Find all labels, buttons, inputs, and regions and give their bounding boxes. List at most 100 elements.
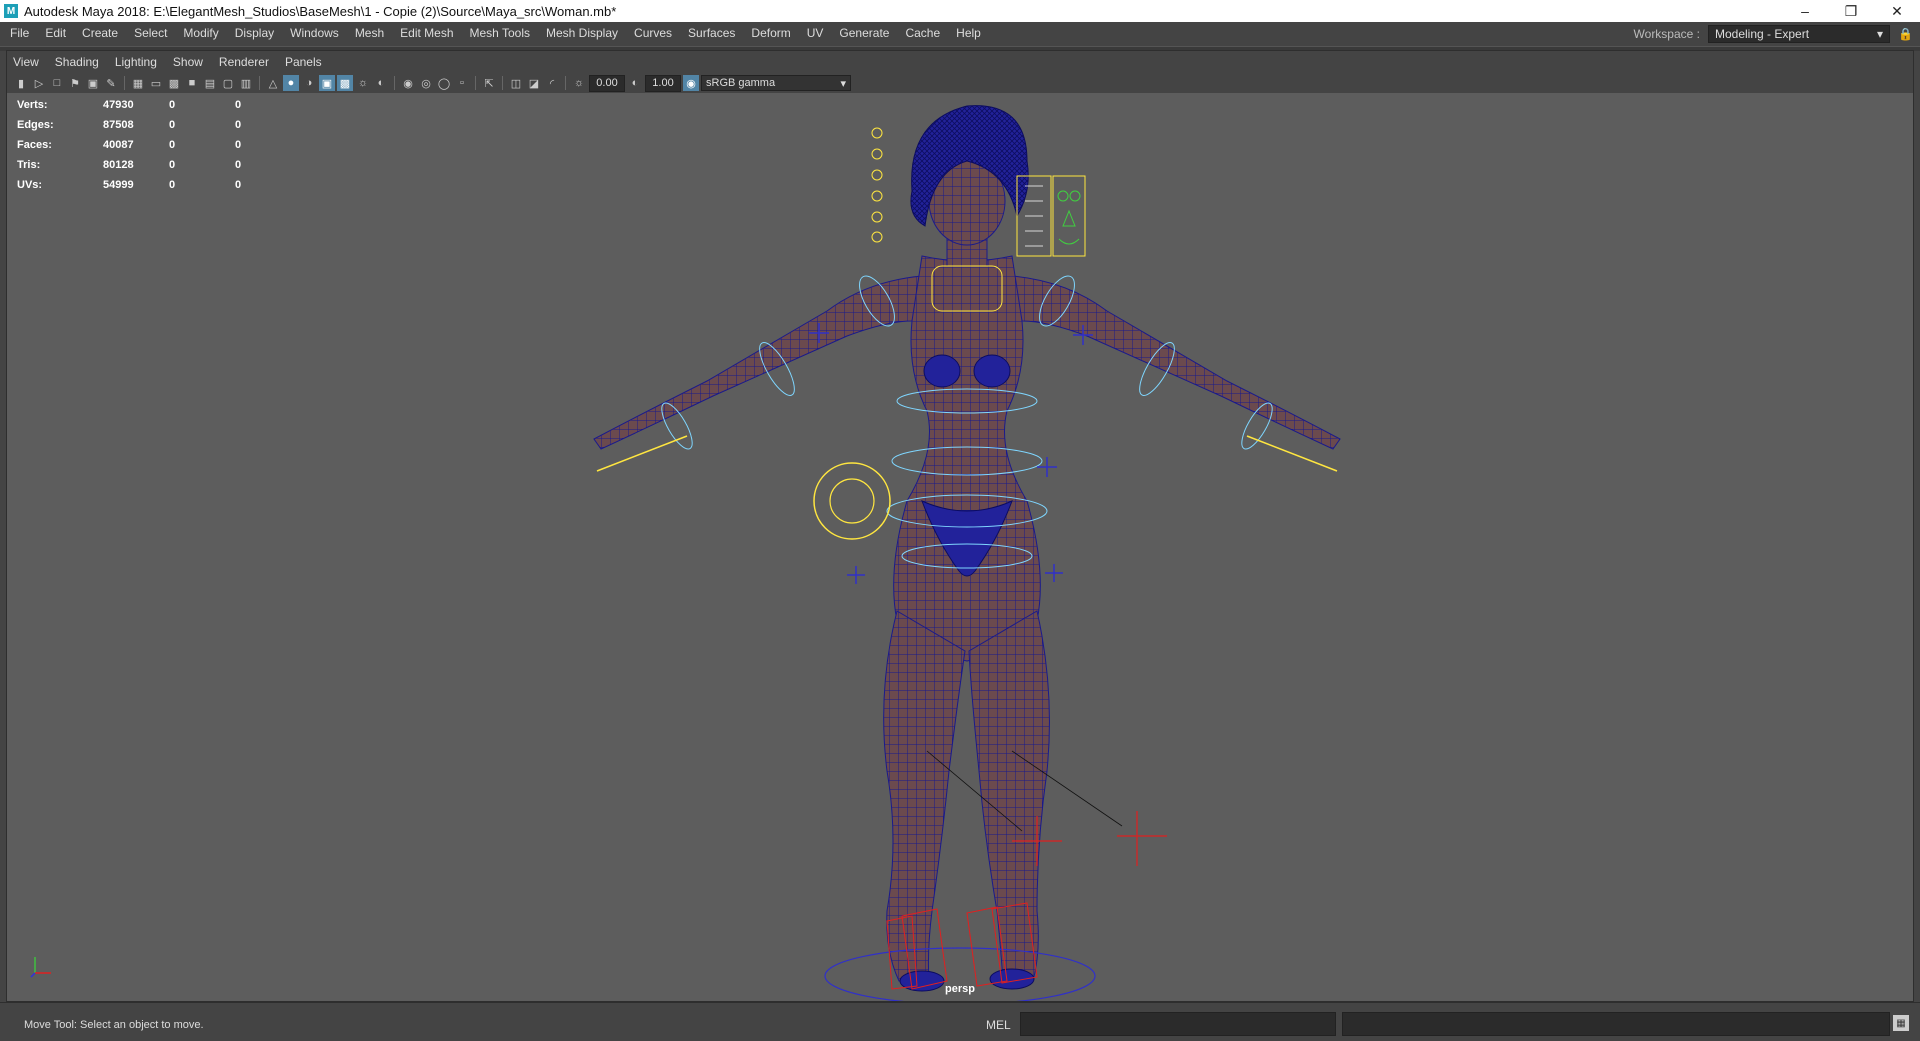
resolution-gate-icon[interactable]: ▩ [166,75,182,91]
left-foot-mesh[interactable] [899,970,945,992]
menu-display[interactable]: Display [227,26,282,40]
facial-panel-sliders[interactable] [1025,185,1043,247]
menu-help[interactable]: Help [948,26,989,40]
isolate-select-icon[interactable]: ⇱ [481,75,497,91]
menu-mesh[interactable]: Mesh [347,26,392,40]
color-space-value: sRGB gamma [706,77,776,89]
hip-ik-inner[interactable] [829,478,875,524]
menu-surfaces[interactable]: Surfaces [680,26,743,40]
hud-value: 47930 [103,99,134,111]
viewport-panel[interactable]: View Shading Lighting Show Renderer Pane… [6,50,1914,1002]
color-space-dropdown[interactable]: sRGB gamma ▾ [701,75,851,91]
exposure-icon[interactable]: ☼ [571,75,587,91]
bookmarks-icon[interactable]: □ [49,75,65,91]
xray-active-components-icon[interactable]: ◪ [526,75,542,91]
grease-pencil-icon[interactable]: ✎ [103,75,119,91]
hud-label: Tris: [17,159,41,171]
right-arm-mesh[interactable] [1011,275,1341,450]
camera-select-icon[interactable]: ▮ [13,75,29,91]
toolbar-divider [502,76,503,90]
minimize-icon[interactable]: – [1782,0,1828,22]
menu-cache[interactable]: Cache [897,26,948,40]
right-leg-mesh[interactable] [968,610,1050,982]
menu-mesh-display[interactable]: Mesh Display [538,26,626,40]
menu-select[interactable]: Select [126,26,175,40]
menu-uv[interactable]: UV [799,26,832,40]
panel-menu-view[interactable]: View [7,55,47,69]
bookmark-icon[interactable]: ⚑ [67,75,83,91]
safe-title-icon[interactable]: ▥ [238,75,254,91]
depth-of-field-icon[interactable]: ▫ [454,75,470,91]
script-editor-icon[interactable]: ▦ [1893,1015,1909,1031]
menu-generate[interactable]: Generate [831,26,897,40]
film-gate-icon[interactable]: ▭ [148,75,164,91]
panel-menu-panels[interactable]: Panels [277,55,330,69]
field-chart-icon[interactable]: ▤ [202,75,218,91]
hud-label: UVs: [17,179,43,191]
hud-row: Verts: 47930 0 0 [17,95,255,115]
menu-curves[interactable]: Curves [626,26,680,40]
gate-mask-icon[interactable]: ■ [184,75,200,91]
hud-value: 0 [235,139,242,151]
left-leg-mesh[interactable] [883,610,966,982]
gamma-field[interactable]: 1.00 [645,74,681,92]
menu-deform[interactable]: Deform [743,26,798,40]
mel-command-input[interactable] [1020,1012,1336,1036]
hud-value: 0 [235,159,242,171]
workspace-dropdown[interactable]: Modeling - Expert ▾ [1708,25,1890,43]
menu-file[interactable]: File [0,26,37,40]
bikini-top-right [973,354,1011,388]
facial-dot-controls[interactable] [871,127,883,243]
xray-joints-icon[interactable]: ◜ [544,75,560,91]
grid-icon[interactable]: ▦ [130,75,146,91]
gamma-icon[interactable]: ◐ [627,75,643,91]
menu-modify[interactable]: Modify [175,26,226,40]
panel-menu-show[interactable]: Show [165,55,211,69]
close-icon[interactable]: ✕ [1874,0,1920,22]
screen-space-ao-icon[interactable]: ◉ [400,75,416,91]
workspace-value: Modeling - Expert [1715,27,1810,41]
wireframe-on-shaded-icon[interactable]: ▣ [319,75,335,91]
left-arm-mesh[interactable] [593,275,923,450]
lock-icon[interactable]: 🔒 [1898,27,1913,41]
camera-name-label: persp [945,983,975,995]
character-mesh[interactable] [593,105,1341,992]
hud-row: Tris: 80128 0 0 [17,155,255,175]
menu-mesh-tools[interactable]: Mesh Tools [462,26,538,40]
anti-aliasing-icon[interactable]: ◯ [436,75,452,91]
panel-menu-lighting[interactable]: Lighting [107,55,165,69]
menu-windows[interactable]: Windows [282,26,347,40]
wireframe-icon[interactable]: △ [265,75,281,91]
hip-ik-control[interactable] [813,462,891,540]
panel-menu-shading[interactable]: Shading [47,55,107,69]
chevron-down-icon: ▾ [1876,27,1883,41]
textured-icon[interactable]: ▩ [337,75,353,91]
view-axis-icon [30,957,51,978]
camera-attributes-icon[interactable]: ▷ [31,75,47,91]
exposure-field[interactable]: 0.00 [589,74,625,92]
torso-mesh[interactable] [893,255,1041,662]
hud-value: 0 [169,139,176,151]
motion-blur-icon[interactable]: ◎ [418,75,434,91]
xray-icon[interactable]: ◫ [508,75,524,91]
shadows-icon[interactable]: ◐ [373,75,389,91]
default-material-icon[interactable]: ◑ [301,75,317,91]
menu-edit-mesh[interactable]: Edit Mesh [392,26,461,40]
viewport-scene[interactable] [7,51,1913,1001]
use-lights-icon[interactable]: ☼ [355,75,371,91]
safe-action-icon[interactable]: ▢ [220,75,236,91]
hud-value: 80128 [103,159,134,171]
menu-create[interactable]: Create [74,26,126,40]
panel-menu-renderer[interactable]: Renderer [211,55,277,69]
image-plane-icon[interactable]: ▣ [85,75,101,91]
hud-value: 0 [235,99,242,111]
mel-toggle[interactable]: MEL [986,1018,1011,1032]
smooth-shade-icon[interactable]: ● [283,75,299,91]
mel-result-field [1342,1012,1890,1036]
menu-edit[interactable]: Edit [37,26,74,40]
hud-value: 0 [169,179,176,191]
restore-icon[interactable]: ❐ [1828,0,1874,22]
facial-panel-eyes[interactable] [1057,190,1081,245]
color-management-icon[interactable]: ◉ [683,75,699,91]
hud-label: Edges: [17,119,54,131]
